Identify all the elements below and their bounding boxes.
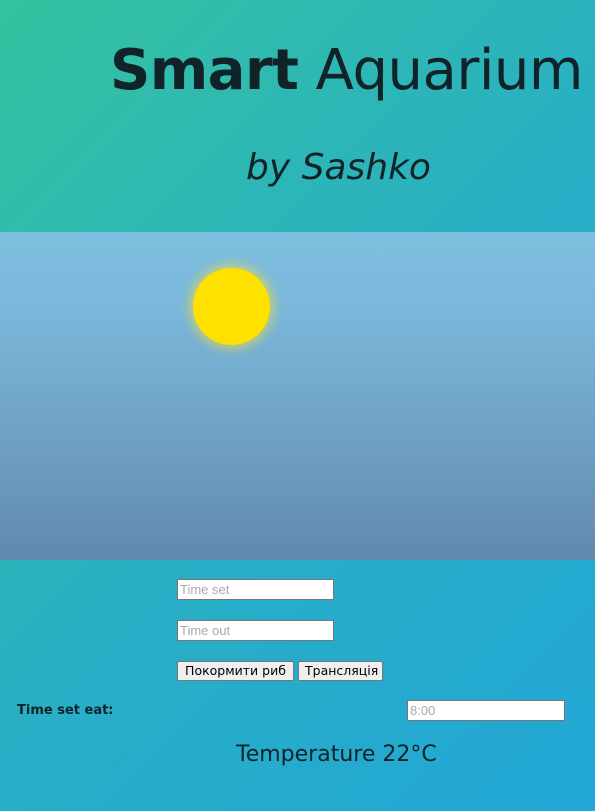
page-subtitle: by Sashko <box>246 147 431 188</box>
eat-time-input[interactable] <box>407 700 565 721</box>
time-set-input[interactable] <box>177 579 334 600</box>
time-set-eat-label: Time set eat: <box>17 703 114 718</box>
controls-panel: Покормити риб Трансляція Time set eat: T… <box>0 560 595 811</box>
title-rest: Aquarium <box>315 38 584 103</box>
aquarium-sky-scene <box>0 232 595 560</box>
header: Smart Aquarium by Sashko <box>0 0 595 232</box>
temperature-readout: Temperature 22°C <box>236 742 437 767</box>
title-bold-word: Smart <box>110 38 299 103</box>
page-title: Smart Aquarium <box>110 38 583 104</box>
time-out-input[interactable] <box>177 620 334 641</box>
stream-button[interactable]: Трансляція <box>298 661 383 681</box>
sun-icon <box>193 268 270 345</box>
feed-fish-button[interactable]: Покормити риб <box>177 661 294 681</box>
